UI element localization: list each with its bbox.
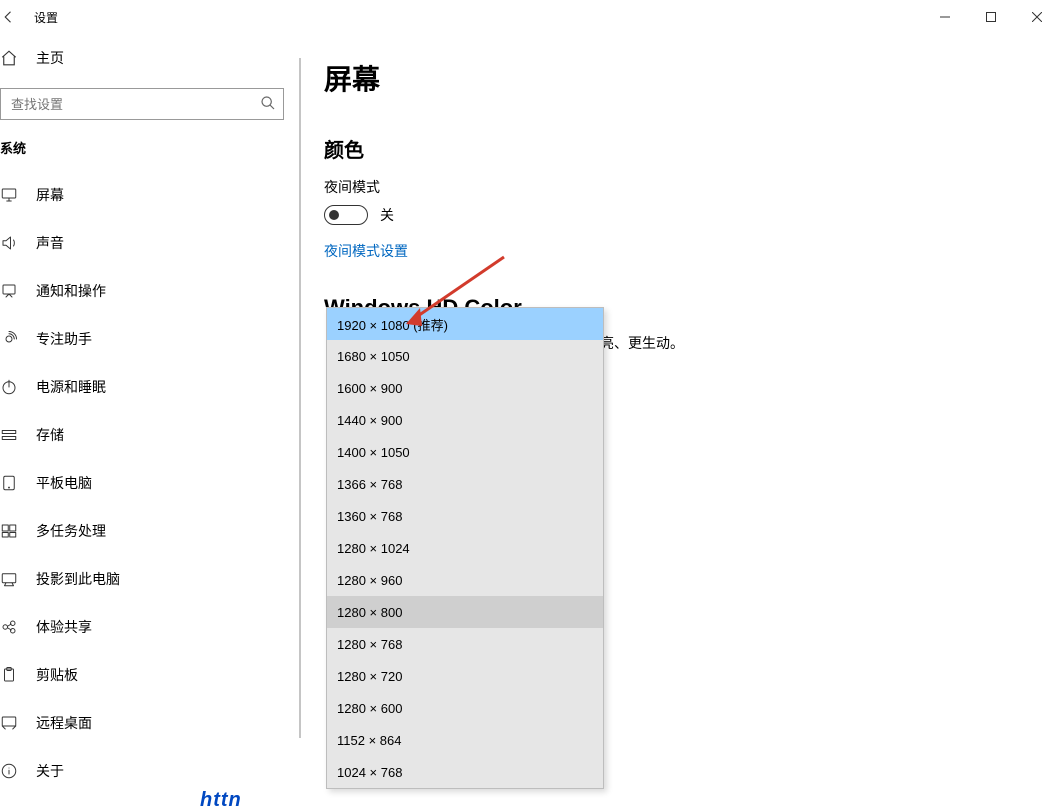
resolution-dropdown[interactable]: 1920 × 1080 (推荐)1680 × 10501600 × 900144… [326, 307, 604, 789]
sidebar-nav: 屏幕声音通知和操作专注助手电源和睡眠存储平板电脑多任务处理投影到此电脑体验共享剪… [0, 171, 299, 795]
night-mode-toggle[interactable] [324, 205, 368, 225]
resolution-option[interactable]: 1280 × 960 [327, 564, 603, 596]
sidebar-item-label: 专注助手 [36, 329, 92, 349]
sidebar-home-label: 主页 [36, 48, 64, 68]
sidebar-item-focus[interactable]: 专注助手 [0, 315, 299, 363]
sidebar-home[interactable]: 主页 [0, 34, 299, 82]
sidebar-item-label: 远程桌面 [36, 713, 92, 733]
search-icon [260, 95, 276, 111]
sidebar-item-remote[interactable]: 远程桌面 [0, 699, 299, 747]
resolution-option[interactable]: 1280 × 720 [327, 660, 603, 692]
sound-icon [0, 234, 18, 252]
sidebar-item-label: 体验共享 [36, 617, 92, 637]
search-input[interactable] [0, 88, 284, 120]
home-icon [0, 49, 18, 67]
sidebar-item-label: 多任务处理 [36, 521, 106, 541]
notify-icon [0, 282, 18, 300]
section-color-heading: 颜色 [324, 134, 1036, 163]
shared-icon [0, 618, 18, 636]
sidebar-item-notify[interactable]: 通知和操作 [0, 267, 299, 315]
close-button[interactable] [1014, 0, 1060, 34]
sidebar-item-display[interactable]: 屏幕 [0, 171, 299, 219]
sidebar-search [0, 88, 284, 120]
night-mode-label: 夜间模式 [324, 177, 1036, 197]
minimize-button[interactable] [922, 0, 968, 34]
sidebar-item-shared[interactable]: 体验共享 [0, 603, 299, 651]
sidebar-item-clipboard[interactable]: 剪贴板 [0, 651, 299, 699]
sidebar-item-label: 投影到此电脑 [36, 569, 120, 589]
page-title: 屏幕 [324, 58, 1036, 98]
sidebar-item-about[interactable]: 关于 [0, 747, 299, 795]
multitask-icon [0, 522, 18, 540]
bottom-partial-text: httn [200, 789, 242, 812]
window-title: 设置 [34, 9, 58, 26]
focus-icon [0, 330, 18, 348]
sidebar-item-label: 电源和睡眠 [36, 377, 106, 397]
sidebar: 主页 系统 屏幕声音通知和操作专注助手电源和睡眠存储平板电脑多任务处理投影到此电… [0, 34, 300, 812]
resolution-option[interactable]: 1152 × 864 [327, 724, 603, 756]
clipboard-icon [0, 666, 18, 684]
resolution-option[interactable]: 1400 × 1050 [327, 436, 603, 468]
resolution-option[interactable]: 1680 × 1050 [327, 340, 603, 372]
remote-icon [0, 714, 18, 732]
storage-icon [0, 426, 18, 444]
about-icon [0, 762, 18, 780]
sidebar-item-label: 通知和操作 [36, 281, 106, 301]
resolution-option[interactable]: 1280 × 1024 [327, 532, 603, 564]
resolution-option[interactable]: 1280 × 600 [327, 692, 603, 724]
window-controls [922, 0, 1060, 34]
sidebar-item-label: 屏幕 [36, 185, 64, 205]
hdcolor-desc-partial: 亮、更生动。 [600, 333, 684, 353]
maximize-button[interactable] [968, 0, 1014, 34]
resolution-option[interactable]: 1920 × 1080 (推荐) [327, 308, 603, 340]
resolution-option[interactable]: 1600 × 900 [327, 372, 603, 404]
display-icon [0, 186, 18, 204]
sidebar-item-label: 平板电脑 [36, 473, 92, 493]
resolution-option[interactable]: 1440 × 900 [327, 404, 603, 436]
sidebar-item-power[interactable]: 电源和睡眠 [0, 363, 299, 411]
sidebar-item-label: 剪贴板 [36, 665, 78, 685]
resolution-option[interactable]: 1280 × 800 [327, 596, 603, 628]
sidebar-item-multitask[interactable]: 多任务处理 [0, 507, 299, 555]
sidebar-item-label: 存储 [36, 425, 64, 445]
sidebar-item-sound[interactable]: 声音 [0, 219, 299, 267]
night-mode-toggle-row: 关 [324, 205, 1036, 225]
project-icon [0, 570, 18, 588]
resolution-option[interactable]: 1280 × 768 [327, 628, 603, 660]
resolution-option[interactable]: 1024 × 768 [327, 756, 603, 788]
night-mode-state: 关 [380, 205, 394, 225]
resolution-option[interactable]: 1366 × 768 [327, 468, 603, 500]
night-mode-settings-link[interactable]: 夜间模式设置 [324, 241, 1036, 261]
back-button[interactable] [0, 0, 24, 34]
sidebar-item-storage[interactable]: 存储 [0, 411, 299, 459]
power-icon [0, 378, 18, 396]
sidebar-item-tablet[interactable]: 平板电脑 [0, 459, 299, 507]
sidebar-item-label: 声音 [36, 233, 64, 253]
sidebar-item-project[interactable]: 投影到此电脑 [0, 555, 299, 603]
resolution-option[interactable]: 1360 × 768 [327, 500, 603, 532]
sidebar-group-title: 系统 [0, 138, 299, 157]
tablet-icon [0, 474, 18, 492]
titlebar: 设置 [0, 0, 1060, 34]
sidebar-item-label: 关于 [36, 761, 64, 781]
toggle-knob [329, 210, 339, 220]
